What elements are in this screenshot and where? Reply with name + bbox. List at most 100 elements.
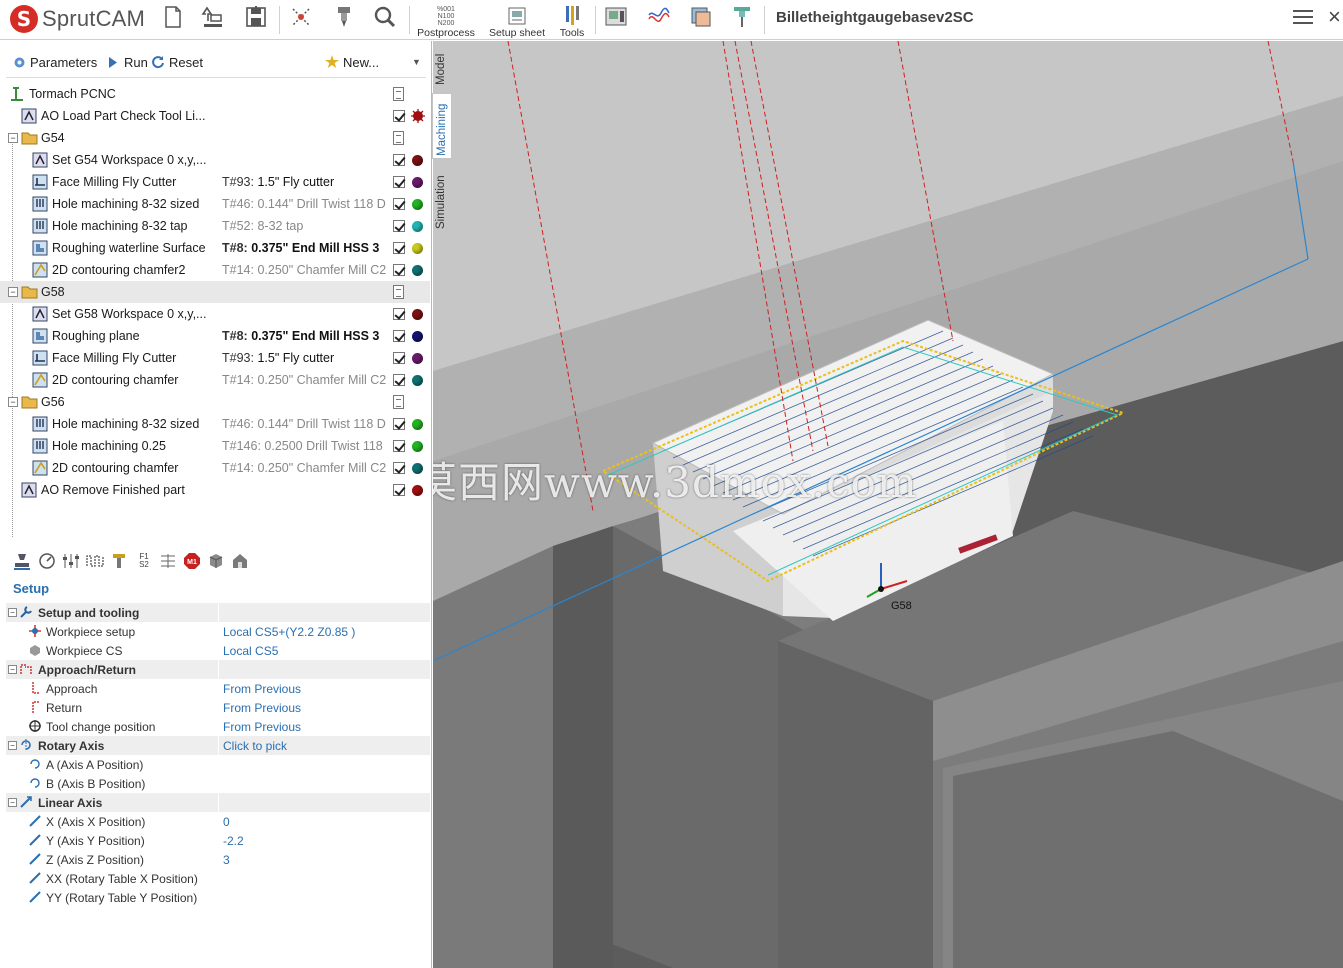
setup-sheet-button[interactable]: Setup sheet	[486, 1, 548, 39]
tree-row-op[interactable]: Hole machining 8-32 sized T#46: 0.144" D…	[0, 193, 430, 215]
prop-row[interactable]: Workpiece CS Local CS5	[6, 641, 430, 660]
properties-doc-icon[interactable]	[393, 395, 404, 409]
close-button[interactable]: ×	[1328, 6, 1341, 28]
enable-checkbox[interactable]	[393, 484, 405, 496]
tree-row-op[interactable]: Roughing plane T#8: 0.375" End Mill HSS …	[0, 325, 430, 347]
enable-checkbox[interactable]	[393, 110, 405, 122]
enable-checkbox[interactable]	[393, 418, 405, 430]
toolpath-view-button[interactable]	[646, 4, 672, 30]
enable-checkbox[interactable]	[393, 220, 405, 232]
tree-group-g54[interactable]: − G54	[0, 127, 430, 149]
table-icon[interactable]	[158, 551, 178, 571]
stock-cube-icon[interactable]	[206, 551, 226, 571]
enable-checkbox[interactable]	[393, 308, 405, 320]
prop-group-linear-axis[interactable]: − Linear Axis	[6, 793, 430, 812]
prop-row[interactable]: XX (Rotary Table X Position)	[6, 869, 430, 888]
reset-button[interactable]: Reset	[151, 53, 203, 71]
tree-row-op[interactable]: Hole machining 8-32 sized T#46: 0.144" D…	[0, 413, 430, 435]
prop-group-rotary-axis[interactable]: − Rotary Axis Click to pick	[6, 736, 430, 755]
enable-checkbox[interactable]	[393, 264, 405, 276]
tree-row-op[interactable]: Face Milling Fly Cutter T#93: 1.5" Fly c…	[0, 171, 430, 193]
enable-checkbox[interactable]	[393, 242, 405, 254]
tree-row-op[interactable]: Roughing waterline Surface T#8: 0.375" E…	[0, 237, 430, 259]
tab-model[interactable]: Model	[432, 45, 452, 89]
prop-row[interactable]: B (Axis B Position)	[6, 774, 430, 793]
enable-checkbox[interactable]	[393, 374, 405, 386]
collapse-toggle[interactable]: −	[8, 741, 17, 750]
new-file-button[interactable]	[160, 4, 186, 30]
enable-checkbox[interactable]	[393, 440, 405, 452]
levels-icon[interactable]	[61, 551, 81, 571]
collapse-toggle[interactable]: −	[8, 287, 18, 297]
new-operation-button[interactable]: New...	[325, 53, 379, 71]
collapse-toggle[interactable]: −	[8, 133, 18, 143]
tab-machining[interactable]: Machining	[432, 93, 452, 159]
menu-icon[interactable]	[1293, 10, 1313, 26]
save-button[interactable]	[243, 4, 269, 30]
setup-tab-icon[interactable]	[12, 551, 32, 571]
tool-icon[interactable]	[109, 551, 129, 571]
parameters-button[interactable]: Parameters	[12, 53, 97, 71]
prop-row[interactable]: Z (Axis Z Position) 3	[6, 850, 430, 869]
tool-library-button[interactable]	[729, 4, 755, 30]
new-dropdown-chevron-icon[interactable]: ▼	[412, 53, 421, 71]
collapse-toggle[interactable]: −	[8, 397, 18, 407]
prop-group-approach-return[interactable]: − Approach/Return	[6, 660, 430, 679]
tree-row-remove-op[interactable]: AO Remove Finished part	[0, 479, 430, 501]
enable-checkbox[interactable]	[393, 154, 405, 166]
fixture-icon[interactable]	[230, 551, 250, 571]
tree-group-g56[interactable]: − G56	[0, 391, 430, 413]
collapse-toggle[interactable]: −	[8, 608, 17, 617]
tab-simulation[interactable]: Simulation	[432, 163, 452, 233]
run-button[interactable]: Run	[106, 53, 148, 71]
enable-checkbox[interactable]	[393, 198, 405, 210]
operation-color-dot	[412, 331, 423, 342]
prop-row[interactable]: YY (Rotary Table Y Position)	[6, 888, 430, 907]
tree-row-op[interactable]: 2D contouring chamfer T#14: 0.250" Chamf…	[0, 369, 430, 391]
postprocess-button[interactable]: %001 N100 N200 Postprocess	[414, 1, 478, 40]
properties-doc-icon[interactable]	[393, 285, 404, 299]
collapse-toggle[interactable]: −	[8, 798, 17, 807]
prop-row[interactable]: Return From Previous	[6, 698, 430, 717]
3d-viewport[interactable]: G58 莫西网www.3dmox.com	[433, 41, 1343, 968]
axis-xx-icon	[28, 871, 42, 885]
enable-checkbox[interactable]	[393, 330, 405, 342]
tree-row-op[interactable]: 2D contouring chamfer2 T#14: 0.250" Cham…	[0, 259, 430, 281]
tree-row-op[interactable]: Hole machining 8-32 tap T#52: 8-32 tap	[0, 215, 430, 237]
enable-checkbox[interactable]	[393, 176, 405, 188]
enable-checkbox[interactable]	[393, 352, 405, 364]
tree-row-op[interactable]: Set G54 Workspace 0 x,y,...	[0, 149, 430, 171]
machine-tool-button[interactable]	[331, 4, 357, 30]
properties-doc-icon[interactable]	[393, 131, 404, 145]
prop-row[interactable]: X (Axis X Position) 0	[6, 812, 430, 831]
prop-row[interactable]: A (Axis A Position)	[6, 755, 430, 774]
cut-tool-button[interactable]	[288, 4, 314, 30]
feed-speed-icon[interactable]: F1 S2	[132, 551, 156, 571]
inspect-button[interactable]	[372, 4, 398, 30]
tree-machine-row[interactable]: Tormach PCNC	[0, 83, 430, 105]
m1-stop-icon[interactable]: M1	[182, 551, 202, 571]
properties-tab-setup[interactable]: Setup	[13, 581, 49, 596]
tree-row-op[interactable]: 2D contouring chamfer T#14: 0.250" Chamf…	[0, 457, 430, 479]
prop-row[interactable]: Tool change position From Previous	[6, 717, 430, 736]
machine-view-button[interactable]	[603, 4, 629, 30]
open-file-button[interactable]	[200, 4, 226, 30]
enable-checkbox[interactable]	[393, 462, 405, 474]
tools-button[interactable]: Tools	[556, 1, 588, 39]
layers-button[interactable]	[688, 4, 714, 30]
machine-icon	[8, 85, 26, 103]
tool-column: T#8: 0.375" End Mill HSS 3	[222, 329, 380, 343]
prop-group-setup-tooling[interactable]: − Setup and tooling	[6, 603, 430, 622]
prop-row[interactable]: Y (Axis Y Position) -2.2	[6, 831, 430, 850]
collapse-toggle[interactable]: −	[8, 665, 17, 674]
tree-row-op[interactable]: Face Milling Fly Cutter T#93: 1.5" Fly c…	[0, 347, 430, 369]
prop-row[interactable]: Approach From Previous	[6, 679, 430, 698]
properties-doc-icon[interactable]	[393, 87, 404, 101]
toolpath-pattern-icon[interactable]	[85, 551, 105, 571]
prop-row[interactable]: Workpiece setup Local CS5+(Y2.2 Z0.85 )	[6, 622, 430, 641]
tree-group-g58[interactable]: − G58	[0, 281, 430, 303]
feed-gauge-icon[interactable]	[37, 551, 57, 571]
tree-row-load-op[interactable]: AO Load Part Check Tool Li...	[0, 105, 430, 127]
tree-row-op[interactable]: Hole machining 0.25 T#146: 0.2500 Drill …	[0, 435, 430, 457]
tree-row-op[interactable]: Set G58 Workspace 0 x,y,...	[0, 303, 430, 325]
